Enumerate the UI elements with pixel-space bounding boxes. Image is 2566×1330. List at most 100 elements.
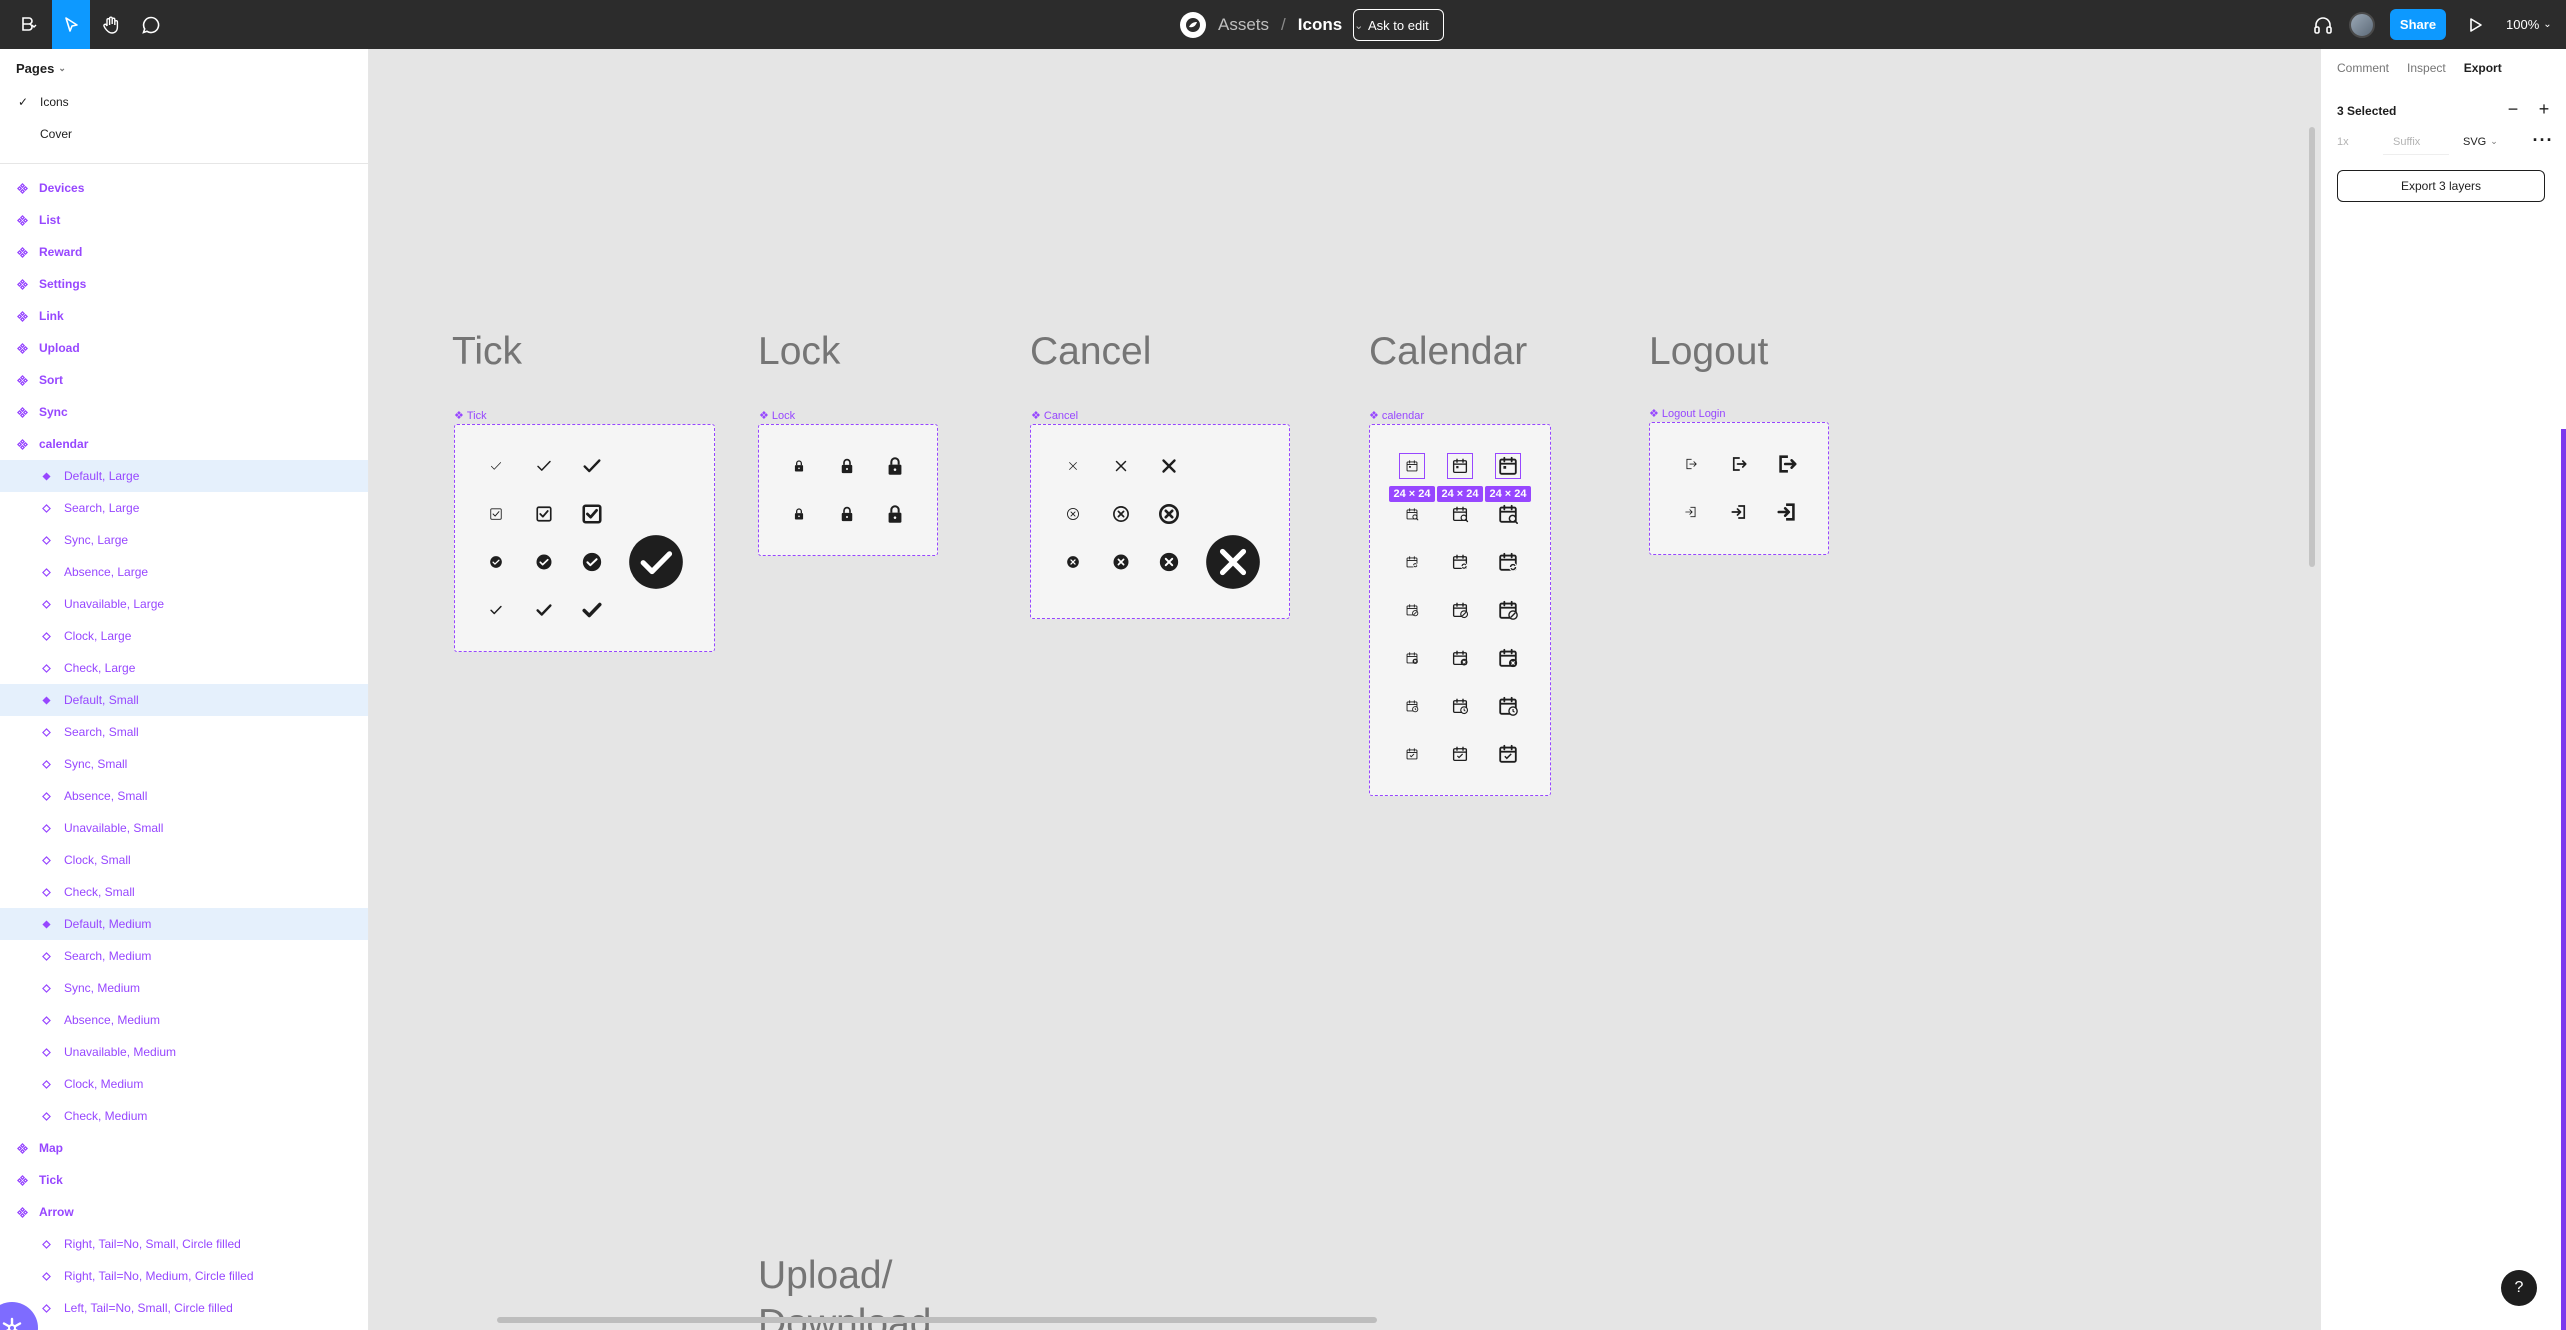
close-icon[interactable] <box>1112 457 1130 475</box>
layer-row[interactable]: Sync, Medium <box>0 972 368 1004</box>
frame-label-calendar[interactable]: ❖ calendar <box>1369 409 1424 423</box>
calendar-clock-icon[interactable] <box>1405 699 1419 713</box>
calendar-check-icon[interactable] <box>1405 747 1419 761</box>
close-circle-outline-icon[interactable] <box>1066 507 1080 521</box>
layer-row[interactable]: Check, Large <box>0 652 368 684</box>
check-circle-icon[interactable] <box>535 553 553 571</box>
calendar-unavailable-icon[interactable] <box>1497 647 1519 669</box>
selection-outline[interactable] <box>1495 453 1521 479</box>
calendar-check-icon[interactable] <box>1497 743 1519 765</box>
tick-icon[interactable] <box>535 457 553 475</box>
layer-row[interactable]: Search, Small <box>0 716 368 748</box>
tab-export[interactable]: Export <box>2464 61 2502 75</box>
move-tool-button[interactable] <box>52 0 90 49</box>
page-item-cover[interactable]: Cover <box>0 118 368 150</box>
user-avatar[interactable] <box>2349 12 2375 38</box>
share-button[interactable]: Share <box>2390 9 2446 40</box>
close-circle-icon[interactable] <box>1158 551 1180 573</box>
design-canvas[interactable]: Tick Lock Cancel Calendar Logout Upload/… <box>369 49 2320 1330</box>
layer-row[interactable]: Sync <box>0 396 368 428</box>
tab-inspect[interactable]: Inspect <box>2407 61 2446 75</box>
layer-row[interactable]: Devices <box>0 172 368 204</box>
layer-row[interactable]: Default, Small <box>0 684 368 716</box>
tick-bold-icon[interactable] <box>535 601 553 619</box>
frame-label-tick[interactable]: ❖ Tick <box>454 409 487 423</box>
horizontal-scrollbar[interactable] <box>497 1317 1377 1323</box>
close-circle-icon[interactable] <box>1112 553 1130 571</box>
lock-icon[interactable] <box>792 459 806 473</box>
calendar-clock-icon[interactable] <box>1497 695 1519 717</box>
layer-row[interactable]: Arrow <box>0 1196 368 1228</box>
layer-row[interactable]: Unavailable, Large <box>0 588 368 620</box>
layer-row[interactable]: Absence, Large <box>0 556 368 588</box>
tick-bold-icon[interactable] <box>581 599 603 621</box>
logout-component-set[interactable] <box>1649 422 1829 555</box>
layer-row[interactable]: Clock, Medium <box>0 1068 368 1100</box>
check-circle-icon[interactable] <box>489 555 503 569</box>
frame-label-cancel[interactable]: ❖ Cancel <box>1031 409 1078 423</box>
calendar-search-icon[interactable] <box>1405 507 1419 521</box>
close-circle-icon[interactable] <box>1066 555 1080 569</box>
calendar-clock-icon[interactable] <box>1451 697 1469 715</box>
lock-icon[interactable] <box>838 457 856 475</box>
layer-row[interactable]: Left, Tail=No, Small, Circle filled <box>0 1292 368 1324</box>
suffix-input[interactable]: Suffix <box>2383 129 2449 155</box>
layer-row[interactable]: Check, Medium <box>0 1100 368 1132</box>
layer-row[interactable]: Right, Tail=No, Medium, Circle filled <box>0 1260 368 1292</box>
logout-icon[interactable] <box>1776 453 1798 475</box>
layer-row[interactable]: List <box>0 204 368 236</box>
close-circle-outline-icon[interactable] <box>1158 503 1180 525</box>
layer-row[interactable]: Map <box>0 1132 368 1164</box>
main-menu-button[interactable] <box>8 0 48 49</box>
export-settings-button[interactable]: ··· <box>2529 127 2557 153</box>
tick-icon[interactable] <box>489 459 503 473</box>
layer-row[interactable]: Tick <box>0 1164 368 1196</box>
login-icon[interactable] <box>1776 501 1798 523</box>
calendar-sync-icon[interactable] <box>1497 551 1519 573</box>
calendar-sync-icon[interactable] <box>1405 555 1419 569</box>
layer-row[interactable]: Check, Small <box>0 876 368 908</box>
export-button[interactable]: Export 3 layers <box>2337 170 2545 202</box>
remove-export-button[interactable]: − <box>2501 97 2525 121</box>
frame-label-lock[interactable]: ❖ Lock <box>759 409 795 423</box>
calendar-sync-icon[interactable] <box>1451 553 1469 571</box>
close-icon[interactable] <box>1158 455 1180 477</box>
layer-row[interactable]: Upload <box>0 332 368 364</box>
comment-tool-button[interactable] <box>132 0 170 49</box>
logout-icon[interactable] <box>1684 457 1698 471</box>
ask-to-edit-button[interactable]: Ask to edit <box>1353 9 1444 41</box>
layer-row[interactable]: Link <box>0 300 368 332</box>
export-scale-select[interactable]: 1x <box>2337 136 2349 148</box>
tick-icon[interactable] <box>581 455 603 477</box>
zoom-dropdown[interactable]: 100% ⌄ <box>2506 0 2552 49</box>
login-icon[interactable] <box>1684 505 1698 519</box>
tick-bold-icon[interactable] <box>489 603 503 617</box>
layer-row[interactable]: calendar <box>0 428 368 460</box>
checkbox-icon[interactable] <box>535 505 553 523</box>
layer-row[interactable]: Sync, Small <box>0 748 368 780</box>
layer-row[interactable]: Absence, Small <box>0 780 368 812</box>
page-item-icons[interactable]: ✓ Icons <box>0 86 368 118</box>
selection-outline[interactable] <box>1399 453 1425 479</box>
calendar-absence-icon[interactable] <box>1497 599 1519 621</box>
layer-row[interactable]: Search, Medium <box>0 940 368 972</box>
close-circle-large-icon[interactable] <box>1205 534 1261 590</box>
calendar-search-icon[interactable] <box>1497 503 1519 525</box>
present-button[interactable] <box>2460 0 2490 49</box>
lock-icon[interactable] <box>792 507 806 521</box>
tab-comment[interactable]: Comment <box>2337 61 2389 75</box>
calendar-check-icon[interactable] <box>1451 745 1469 763</box>
pages-header[interactable]: Pages ⌄ <box>16 61 66 76</box>
frame-label-logout[interactable]: ❖ Logout Login <box>1649 407 1726 421</box>
file-name[interactable]: Icons <box>1298 15 1342 35</box>
layer-row[interactable]: Default, Large <box>0 460 368 492</box>
add-export-button[interactable]: + <box>2532 97 2556 121</box>
selection-outline[interactable] <box>1447 453 1473 479</box>
layer-row[interactable]: Default, Medium <box>0 908 368 940</box>
layer-row[interactable]: Unavailable, Small <box>0 812 368 844</box>
close-icon[interactable] <box>1066 459 1080 473</box>
format-dropdown[interactable]: SVG ⌄ <box>2463 136 2498 148</box>
lock-component-set[interactable] <box>758 424 938 556</box>
layer-row[interactable]: Settings <box>0 268 368 300</box>
close-circle-outline-icon[interactable] <box>1112 505 1130 523</box>
